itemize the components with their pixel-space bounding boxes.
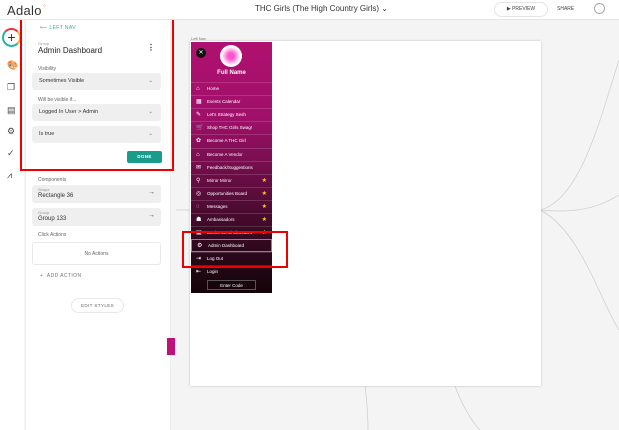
menu-item[interactable]: 🛒 Shop THC Girls Swag! <box>191 121 272 134</box>
menu-item[interactable]: ✿ Become A THC Girl <box>191 134 272 147</box>
arrow-right-icon: → <box>148 212 155 219</box>
menu-label: Login <box>207 269 219 275</box>
component-name: Rectangle 36 <box>38 193 74 199</box>
add-component-button[interactable]: + <box>2 28 21 47</box>
menu-icon: ✎ <box>196 112 202 119</box>
component-type: Group <box>38 210 50 215</box>
star-icon: ★ <box>261 217 267 223</box>
analytics-icon[interactable]: ⩘ <box>7 170 12 181</box>
highlight-box <box>182 231 288 268</box>
user-avatar-icon[interactable] <box>594 3 605 14</box>
preview-button[interactable]: ▶ PREVIEW <box>494 2 548 17</box>
menu-item[interactable]: ✎ Let's Strategy Sesh <box>191 108 272 121</box>
menu-icon: ⇤ <box>196 269 202 276</box>
menu-label: Mirror Mirror <box>207 177 232 183</box>
menu-label: Home <box>207 86 220 91</box>
menu-label: Ambassadors <box>207 217 235 222</box>
menu-icon: ▦ <box>196 99 202 106</box>
menu-icon: ⚲ <box>196 177 201 184</box>
menu-label: Events Calendar <box>207 99 241 105</box>
close-icon[interactable]: ✕ <box>196 48 206 58</box>
share-button[interactable]: SHARE <box>557 6 574 12</box>
publish-check-icon[interactable]: ✓ <box>7 148 15 159</box>
screens-icon[interactable]: ❐ <box>7 82 15 93</box>
component-item[interactable]: Shape Rectangle 36 → <box>32 185 161 203</box>
full-name: Full Name <box>217 70 246 76</box>
menu-item[interactable]: ⌂ Home <box>191 82 272 95</box>
menu-label: Feedback/Suggestions <box>207 164 253 170</box>
palette-icon[interactable]: 🎨 <box>7 60 18 71</box>
offscreen-element[interactable] <box>167 338 175 355</box>
star-icon: ★ <box>261 177 267 184</box>
menu-item[interactable]: ◌ Messages ★ <box>191 199 272 213</box>
menu-label: Messages <box>207 203 228 209</box>
menu-icon: ☗ <box>196 217 202 223</box>
menu-label: Become A Vendor <box>207 151 243 157</box>
app-title: THC Girls (The High Country Girls) <box>255 4 380 13</box>
app-switcher[interactable]: THC Girls (The High Country Girls) ⌄ <box>255 4 388 13</box>
menu-item[interactable]: ☗ Ambassadors ★ <box>191 213 272 226</box>
menu-item[interactable]: ⌂ Become A Vendor <box>191 147 272 161</box>
star-icon: ★ <box>261 203 267 210</box>
component-type: Shape <box>38 187 50 192</box>
component-name: Group 133 <box>38 216 67 222</box>
chevron-down-icon: ⌄ <box>381 4 388 13</box>
menu-label: Opportunities Board <box>207 190 248 196</box>
add-action-button[interactable]: + ADD ACTION <box>40 273 81 279</box>
menu-icon: ⌂ <box>196 151 200 158</box>
add-action-label: ADD ACTION <box>46 273 82 279</box>
menu-label: Shop THC Girls Swag! <box>207 125 253 131</box>
star-icon: ★ <box>261 190 267 197</box>
edit-styles-button[interactable]: EDIT STYLES <box>71 298 124 313</box>
database-icon[interactable]: ▤ <box>7 105 16 116</box>
menu-label: Let's Strategy Sesh <box>207 112 246 118</box>
top-bar: Adalo⁘ THC Girls (The High Country Girls… <box>0 0 619 20</box>
no-actions-box: No Actions <box>32 242 161 265</box>
menu-icon: 🛒 <box>196 125 204 132</box>
play-icon: ▶ <box>506 6 511 12</box>
menu-icon: ✿ <box>196 138 202 145</box>
arrow-right-icon: → <box>148 189 155 196</box>
preview-label: PREVIEW <box>512 6 536 12</box>
menu-item[interactable]: ▦ Events Calendar <box>191 95 272 108</box>
components-label: Components <box>38 177 67 183</box>
click-actions-label: Click Actions <box>38 232 67 238</box>
logo-text: Adalo <box>7 3 42 18</box>
enter-code-button[interactable]: Enter Code <box>207 280 256 290</box>
menu-icon: ◌ <box>196 203 200 210</box>
component-item[interactable]: Group Group 133 → <box>32 208 161 226</box>
adalo-logo[interactable]: Adalo⁘ <box>7 3 47 18</box>
menu-icon: ✉ <box>196 164 202 171</box>
settings-gear-icon[interactable]: ⚙ <box>7 126 15 137</box>
menu-label: Become A THC Girl <box>207 138 246 144</box>
menu-item[interactable]: ⚲ Mirror Mirror ★ <box>191 173 272 187</box>
highlight-box <box>20 17 174 171</box>
menu-item[interactable]: ◎ Opportunities Board ★ <box>191 186 272 200</box>
menu-icon: ◎ <box>196 190 202 197</box>
menu-icon: ⌂ <box>196 86 200 92</box>
menu-item[interactable]: ✉ Feedback/Suggestions <box>191 160 272 174</box>
profile-image <box>220 45 242 67</box>
